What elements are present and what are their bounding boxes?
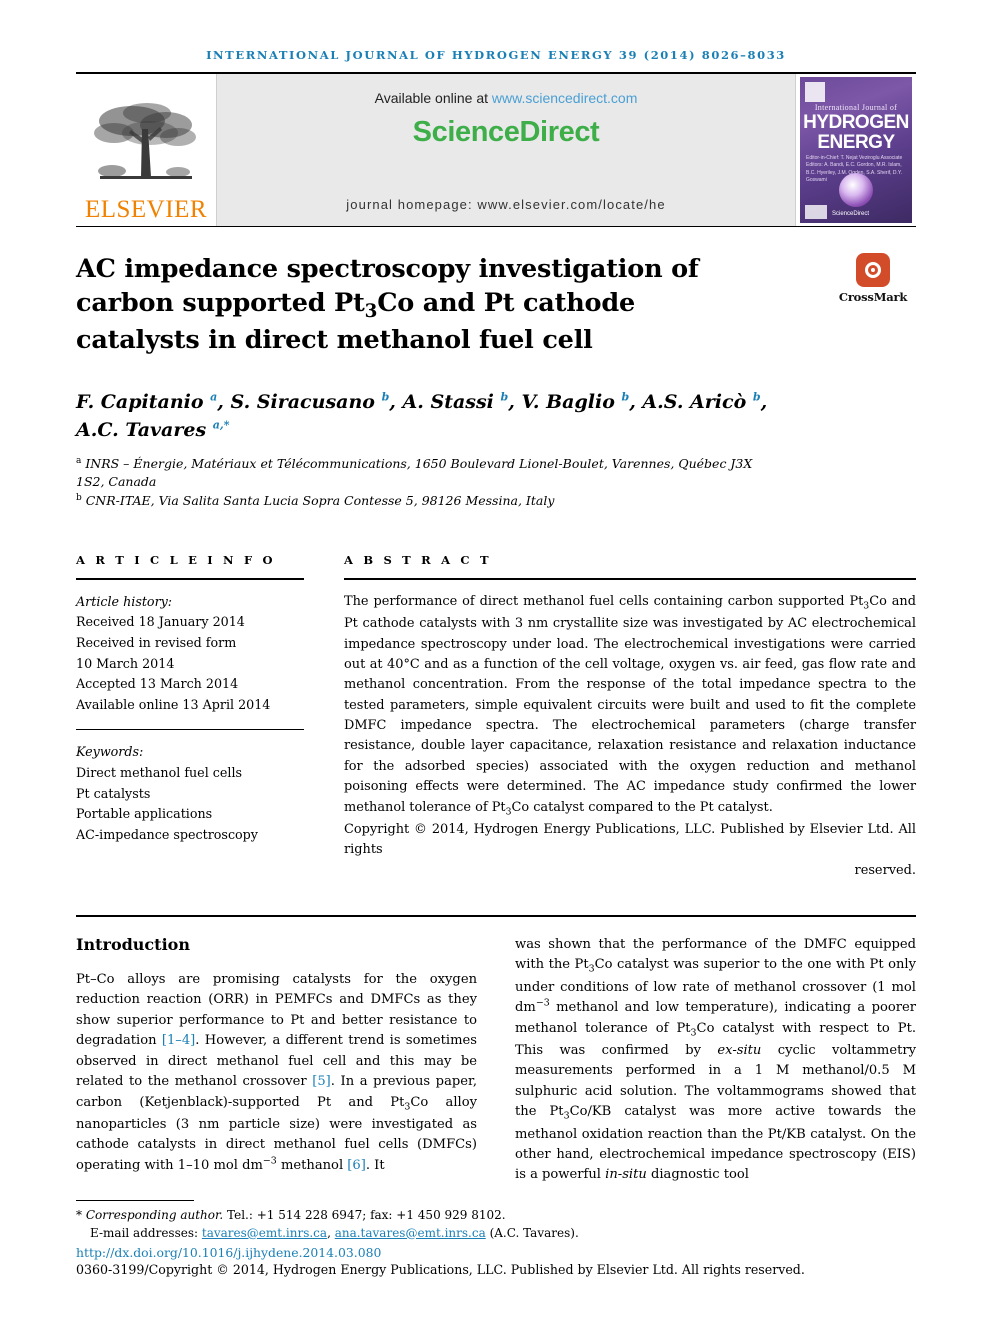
- footnote-rule: [76, 1200, 194, 1202]
- keywords-block: Keywords: Direct methanol fuel cells Pt …: [76, 742, 304, 845]
- body-column-left: Introduction Pt–Co alloys are promising …: [76, 917, 477, 1186]
- affiliation-b: b CNR-ITAE, Via Salita Santa Lucia Sopra…: [76, 492, 555, 509]
- cover-ifd-mark: [805, 205, 827, 219]
- keyword-item: Pt catalysts: [76, 785, 151, 801]
- masthead-bottom-rule: [76, 226, 916, 227]
- crossmark-icon[interactable]: [856, 253, 890, 287]
- history-item: Accepted 13 March 2014: [76, 676, 239, 692]
- author-list: F. Capitanio a, S. Siracusano b, A. Stas…: [76, 390, 768, 442]
- cover-title-line1: HYDROGEN: [803, 112, 909, 133]
- journal-article-page: INTERNATIONAL JOURNAL OF HYDROGEN ENERGY…: [0, 0, 992, 1323]
- email-link-1[interactable]: tavares@emt.inrs.ca: [202, 1226, 327, 1240]
- copyright-reserved: reserved.: [854, 862, 916, 878]
- elsevier-logo-block: ELSEVIER: [76, 74, 217, 226]
- journal-homepage-line[interactable]: journal homepage: www.elsevier.com/locat…: [217, 197, 795, 212]
- title-block: AC impedance spectroscopy investigation …: [76, 253, 916, 358]
- body-column-right: was shown that the performance of the DM…: [515, 917, 916, 1186]
- history-item: Received 18 January 2014: [76, 614, 245, 630]
- affiliation-a: a INRS – Énergie, Matériaux et Télécommu…: [76, 455, 753, 490]
- sciencedirect-link[interactable]: www.sciencedirect.com: [492, 90, 638, 106]
- keyword-item: Direct methanol fuel cells: [76, 764, 243, 780]
- abstract-column: A B S T R A C T The performance of direc…: [344, 553, 916, 881]
- email-owner: (A.C. Tavares).: [489, 1225, 579, 1240]
- keyword-item: Portable applications: [76, 806, 213, 822]
- abstract-copyright: Copyright © 2014, Hydrogen Energy Public…: [344, 820, 916, 881]
- email-addresses-label: E-mail addresses:: [90, 1225, 199, 1240]
- journal-cover-image: International Journal of HYDROGEN ENERGY…: [800, 77, 912, 223]
- doi-link[interactable]: http://dx.doi.org/10.1016/j.ijhydene.201…: [76, 1245, 916, 1260]
- history-item: 10 March 2014: [76, 655, 175, 671]
- sciencedirect-banner: Available online at www.sciencedirect.co…: [217, 74, 795, 226]
- sciencedirect-logo[interactable]: ScienceDirect: [413, 116, 600, 149]
- abstract-rule: [344, 577, 916, 580]
- history-item: Available online 13 April 2014: [76, 696, 271, 712]
- email-link-2[interactable]: ana.tavares@emt.inrs.ca: [335, 1226, 486, 1240]
- journal-cover-block: International Journal of HYDROGEN ENERGY…: [795, 74, 916, 226]
- keyword-item: AC-impedance spectroscopy: [76, 826, 258, 842]
- copyright-text: Copyright © 2014, Hydrogen Energy Public…: [344, 821, 916, 858]
- article-info-heading: A R T I C L E I N F O: [76, 552, 276, 567]
- section-heading-introduction: Introduction: [76, 935, 190, 955]
- affiliation-list: a INRS – Énergie, Matériaux et Télécommu…: [76, 455, 776, 511]
- elsevier-wordmark: ELSEVIER: [84, 196, 208, 223]
- cover-title-line2: ENERGY: [817, 132, 895, 153]
- keywords-rule: [76, 729, 304, 731]
- article-info-rule: [76, 577, 304, 580]
- abstract-paragraph: The performance of direct methanol fuel …: [344, 593, 916, 818]
- cover-sphere-graphic: [839, 173, 873, 207]
- history-item: Received in revised form: [76, 635, 237, 651]
- introduction-paragraph-right: was shown that the performance of the DM…: [515, 937, 917, 1183]
- footnote-block: * Corresponding author. Tel.: +1 514 228…: [76, 1200, 916, 1277]
- cover-subtitle: International Journal of: [814, 103, 898, 112]
- crossmark-badge[interactable]: CrossMark: [830, 253, 916, 304]
- elsevier-tree-icon: [94, 103, 196, 179]
- cover-sciencedirect-mark: ScienceDirect: [832, 211, 870, 217]
- email-line: E-mail addresses: tavares@emt.inrs.ca, a…: [76, 1225, 916, 1242]
- article-history: Article history: Received 18 January 201…: [76, 592, 304, 715]
- email-separator: ,: [327, 1225, 335, 1240]
- introduction-paragraph-left: Pt–Co alloys are promising catalysts for…: [76, 972, 477, 1173]
- info-abstract-section: A R T I C L E I N F O Article history: R…: [76, 553, 916, 881]
- body-columns: Introduction Pt–Co alloys are promising …: [76, 917, 916, 1186]
- corresponding-author-line: * Corresponding author. Tel.: +1 514 228…: [76, 1208, 506, 1223]
- abstract-text: The performance of direct methanol fuel …: [344, 592, 916, 881]
- running-head: INTERNATIONAL JOURNAL OF HYDROGEN ENERGY…: [206, 48, 786, 62]
- page-title: AC impedance spectroscopy investigation …: [76, 254, 699, 355]
- cover-elsevier-mark: [805, 82, 825, 102]
- crossmark-label: CrossMark: [838, 290, 908, 304]
- available-online-line: Available online at www.sciencedirect.co…: [375, 90, 638, 106]
- article-history-label: Article history:: [76, 593, 173, 609]
- available-online-text: Available online at: [374, 90, 492, 106]
- masthead: ELSEVIER Available online at www.science…: [76, 74, 916, 226]
- issn-copyright-line: 0360-3199/Copyright © 2014, Hydrogen Ene…: [76, 1262, 805, 1277]
- abstract-heading: A B S T R A C T: [344, 552, 492, 567]
- keywords-label: Keywords:: [76, 744, 144, 760]
- article-info-column: A R T I C L E I N F O Article history: R…: [76, 553, 304, 881]
